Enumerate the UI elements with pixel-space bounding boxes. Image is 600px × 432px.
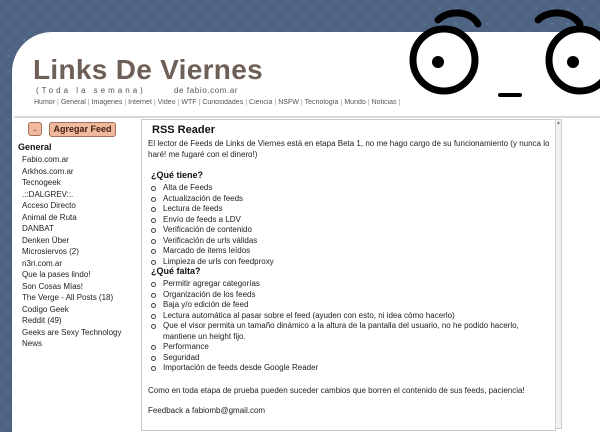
- panel-intro: El lector de Feeds de Links de Viernes e…: [148, 139, 550, 159]
- feed-item[interactable]: DANBAT: [22, 223, 121, 235]
- nav-item[interactable]: Tecnología: [305, 99, 339, 106]
- nav-item[interactable]: Humor: [34, 99, 55, 106]
- nav-item[interactable]: NSFW: [278, 99, 299, 106]
- feature-item: Verificación de urls válidas: [150, 236, 550, 247]
- feed-item[interactable]: Fabio.com.ar: [22, 154, 121, 166]
- feed-item[interactable]: Geeks are Sexy Technology: [22, 327, 121, 339]
- feedback-text: Feedback a fabiomb@gmail.com: [148, 406, 266, 415]
- site-domain: de fabio.com.ar: [174, 86, 239, 95]
- site-title[interactable]: Links De Viernes: [33, 54, 263, 86]
- feed-item[interactable]: Acceso Directo: [22, 200, 121, 212]
- todo-item: Permitir agregar categorías: [150, 279, 550, 290]
- nav-item[interactable]: Imagenes: [92, 99, 123, 106]
- feature-item: Limpieza de urls con feedproxy: [150, 257, 550, 268]
- feed-item[interactable]: Reddit (49): [22, 315, 121, 327]
- add-feed-button[interactable]: Agregar Feed: [49, 122, 116, 137]
- nav-item[interactable]: WTF: [181, 99, 196, 106]
- sidebar-category-heading[interactable]: General: [18, 142, 52, 152]
- missing-list: Permitir agregar categorías Organización …: [150, 279, 550, 374]
- feed-item[interactable]: News: [22, 338, 121, 350]
- feed-item[interactable]: .::DALGREV::.: [22, 189, 121, 201]
- feature-item: Alta de Feeds: [150, 183, 550, 194]
- feed-item[interactable]: Denken Über: [22, 235, 121, 247]
- nav-item[interactable]: Noticias: [372, 99, 397, 106]
- collapse-button[interactable]: -: [28, 122, 42, 136]
- feature-item: Marcado de items leídos: [150, 246, 550, 257]
- feature-item: Actualización de feeds: [150, 194, 550, 205]
- feed-item[interactable]: Animal de Ruta: [22, 212, 121, 224]
- nav-item[interactable]: General: [61, 99, 86, 106]
- feed-item[interactable]: n3ri.com.ar: [22, 258, 121, 270]
- nav-separator: |: [398, 99, 401, 106]
- feed-list: Fabio.com.ar Arkhos.com.ar Tecnogeek .::DAL…: [22, 154, 121, 350]
- look-of-disapproval-face-icon: [409, 9, 600, 97]
- todo-item: Performance: [150, 342, 550, 353]
- todo-item: Importación de feeds desde Google Reader: [150, 363, 550, 374]
- beta-note: Como en toda etapa de prueba pueden suce…: [148, 386, 525, 395]
- todo-item: Organización de los feeds: [150, 290, 550, 301]
- todo-item: Lectura automática al pasar sobre el fee…: [150, 311, 550, 322]
- feed-item[interactable]: Arkhos.com.ar: [22, 166, 121, 178]
- feature-item: Verificación de contenido: [150, 225, 550, 236]
- feed-item[interactable]: Codigo Geek: [22, 304, 121, 316]
- feed-item[interactable]: The Verge - All Posts (18): [22, 292, 121, 304]
- todo-item: Baja y/o edición de feed: [150, 300, 550, 311]
- missing-heading: ¿Qué falta?: [151, 266, 201, 276]
- header-divider: [14, 116, 600, 118]
- panel-title: RSS Reader: [152, 124, 215, 136]
- feature-item: Lectura de feeds: [150, 204, 550, 215]
- site-subtitle: (Toda la semana): [36, 86, 146, 95]
- feed-item[interactable]: Que la pases lindo!: [22, 269, 121, 281]
- feed-item[interactable]: Tecnogeek: [22, 177, 121, 189]
- has-list: Alta de Feeds Actualización de feeds Lectu…: [150, 183, 550, 267]
- scroll-up-arrow-icon[interactable]: ▲: [556, 120, 561, 126]
- nav-item[interactable]: Curiosidades: [202, 99, 243, 106]
- todo-item: Que el visor permita un tamaño dinámico …: [150, 321, 550, 342]
- panel-scrollbar[interactable]: ▲: [555, 119, 562, 429]
- nav-item[interactable]: Internet: [128, 99, 152, 106]
- category-nav: Humor | General | Imagenes | Internet | Video | WT…: [34, 99, 401, 106]
- todo-item: Seguridad: [150, 353, 550, 364]
- nav-item[interactable]: Ciencia: [249, 99, 272, 106]
- feed-item[interactable]: Son Cosas Mías!: [22, 281, 121, 293]
- nav-item[interactable]: Mundo: [344, 99, 365, 106]
- nav-item[interactable]: Video: [158, 99, 176, 106]
- feed-item[interactable]: Microsiervos (2): [22, 246, 121, 258]
- feature-item: Envío de feeds a LDV: [150, 215, 550, 226]
- has-heading: ¿Qué tiene?: [151, 170, 204, 180]
- reader-panel: RSS Reader El lector de Feeds de Links d…: [141, 119, 556, 431]
